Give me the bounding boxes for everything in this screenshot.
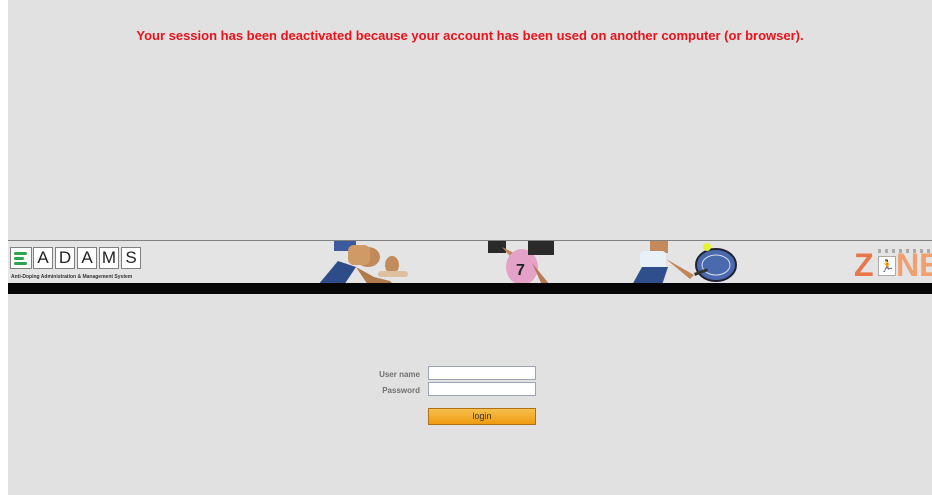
runner-icon: 🏃: [878, 256, 896, 276]
adams-tagline: Anti-Doping Administration & Management …: [11, 274, 133, 280]
username-input[interactable]: [428, 366, 536, 380]
zone-logo-letter: Z: [854, 247, 874, 283]
zone-logo-letters: NE: [896, 247, 932, 283]
zone-logo: Z 🏃 NE: [852, 247, 932, 283]
svg-text:7: 7: [516, 262, 525, 279]
logo-letter: D: [55, 247, 75, 269]
logo-letter: S: [121, 247, 141, 269]
page: Your session has been deactivated becaus…: [8, 0, 932, 495]
session-deactivated-message: Your session has been deactivated becaus…: [136, 28, 804, 43]
sprinter-icon: [318, 241, 408, 285]
logo-letter: A: [77, 247, 97, 269]
password-label: Password: [382, 386, 420, 395]
adams-leaf-icon: [10, 247, 32, 269]
adams-letters: A D A M S: [33, 247, 143, 269]
username-label: User name: [379, 370, 420, 379]
password-input[interactable]: [428, 382, 536, 396]
banner-black-bar: [8, 283, 932, 294]
runner-icon: 7: [488, 241, 554, 285]
tennis-player-icon: [632, 241, 737, 285]
login-button[interactable]: login: [428, 408, 536, 425]
logo-letter: A: [33, 247, 53, 269]
logo-letter: M: [99, 247, 119, 269]
